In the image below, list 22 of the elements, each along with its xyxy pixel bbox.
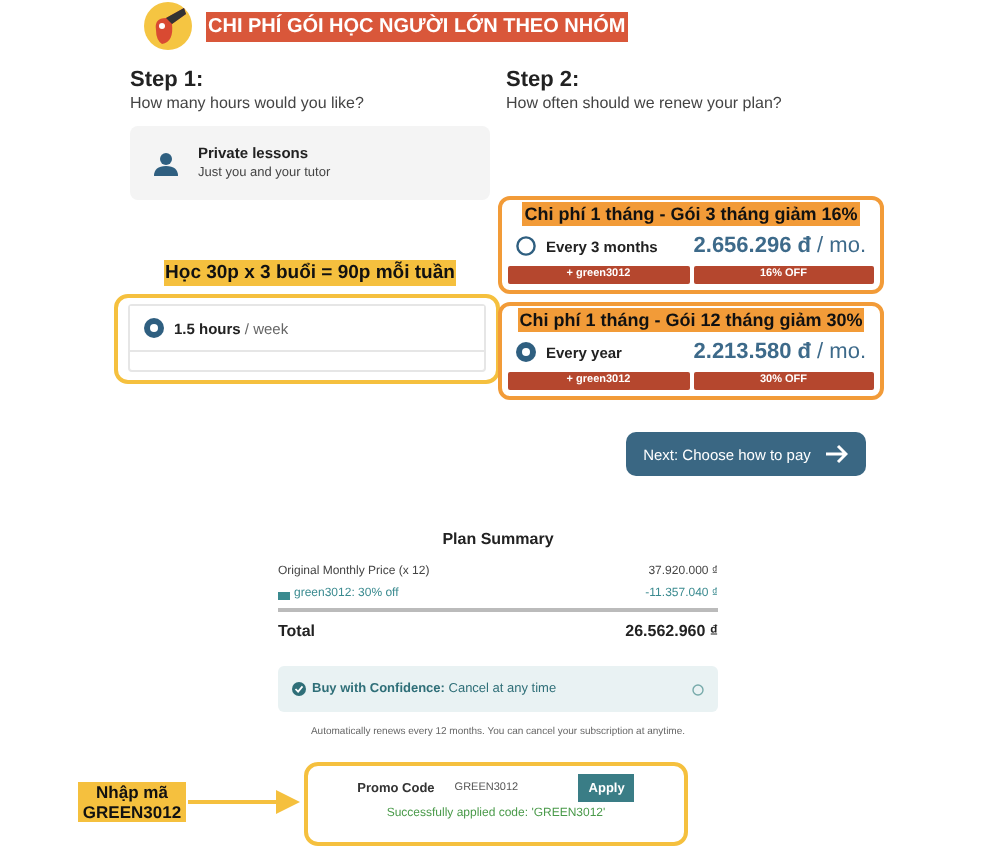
radio-button[interactable]: [516, 236, 536, 256]
radio-button[interactable]: [144, 318, 164, 338]
page-title: CHI PHÍ GÓI HỌC NGƯỜI LỚN THEO NHÓM: [206, 11, 628, 41]
summary-title: Plan Summary: [440, 528, 556, 552]
annotation-label: Chi phí 1 tháng - Gói 3 tháng giảm 16%: [522, 202, 860, 226]
plan-price: 2.213.580 đ / mo.: [693, 340, 866, 364]
plan-price: 2.656.296 đ / mo.: [693, 234, 866, 258]
annotation-arrow: [188, 788, 300, 816]
annotation-label: Chi phí 1 tháng - Gói 12 tháng giảm 30%: [517, 308, 865, 332]
annotation-label: Học 30p x 3 buổi = 90p mỗi tuần: [163, 260, 457, 286]
total-label: Total: [278, 620, 316, 644]
check-circle-icon: [292, 682, 306, 696]
step-question: How often should we renew your plan?: [506, 94, 784, 114]
total-value: 26.562.960 ₫: [625, 620, 718, 644]
step-heading: Step 1:: [130, 68, 206, 94]
radio-button[interactable]: [516, 342, 536, 362]
person-icon: [154, 151, 178, 175]
annotation-label: Nhập mã GREEN3012: [78, 782, 186, 822]
bird-logo-icon: [144, 2, 192, 50]
arrow-right-icon: [826, 444, 849, 464]
step-question: How many hours would you like?: [130, 94, 366, 114]
step-heading: Step 2:: [506, 68, 582, 94]
